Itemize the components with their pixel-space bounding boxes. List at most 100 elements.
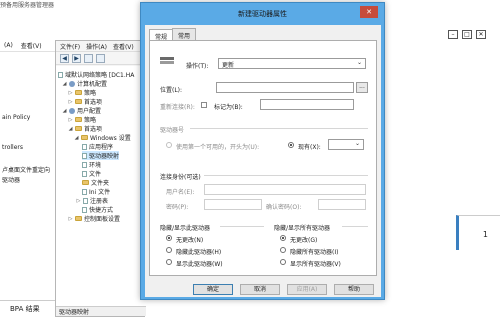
dialog-titlebar: 新建驱动器属性 ✕ — [141, 3, 384, 23]
chevron-right-icon[interactable]: ▷ — [76, 198, 81, 204]
chevron-right-icon[interactable]: ▷ — [68, 99, 73, 105]
hide-drive-no-change-label: 无更改(N) — [176, 237, 204, 244]
close-icon[interactable]: ✕ — [476, 30, 486, 39]
tree-shortcuts[interactable]: 快捷方式 — [82, 205, 113, 214]
tree-computer-preferences[interactable]: ▷ 首选项 — [68, 97, 102, 107]
general-tab-panel: 操作(T): 更新 ⌄ 位置(L): ... 重新连接(R): 标记为(B): … — [149, 40, 377, 276]
tree-windows-settings[interactable]: ◢ Windows 设置 — [74, 133, 131, 143]
hide-all-drives-radio[interactable] — [280, 247, 286, 253]
hide-all-section: 隐藏/显示所有驱动器 — [274, 225, 331, 232]
password-input[interactable] — [204, 199, 262, 210]
tree-environment[interactable]: 环境 — [82, 160, 101, 169]
gpme-statusbar: 驱动器映射 — [56, 306, 146, 316]
hide-drive-section: 隐藏/显示此驱动器 — [160, 225, 211, 232]
tree-files[interactable]: 文件 — [82, 169, 101, 178]
confirm-password-input[interactable] — [318, 199, 366, 210]
file-icon — [82, 170, 87, 177]
menu-view[interactable]: 查看(V) — [21, 41, 42, 50]
chevron-right-icon[interactable]: ▷ — [68, 90, 73, 96]
confirm-password-label: 确认密码(O): — [266, 204, 302, 211]
menu-action[interactable]: 操作(A) — [86, 42, 107, 51]
first-available-radio[interactable] — [166, 142, 172, 148]
apply-button[interactable]: 应用(A) — [287, 284, 327, 295]
existing-radio[interactable] — [288, 142, 294, 148]
drive-letter-divider — [190, 128, 368, 129]
dialog-close-button[interactable]: ✕ — [360, 6, 378, 18]
folder-icon — [81, 135, 88, 140]
reconnect-checkbox[interactable] — [201, 102, 207, 108]
tree-control-panel[interactable]: ▷ 控制面板设置 — [68, 214, 120, 224]
shortcut-icon — [82, 206, 87, 213]
tree-root[interactable]: 域默认网络策略 [DC1.HA — [58, 70, 134, 79]
tree-folders[interactable]: 文件夹 — [82, 178, 109, 187]
folder-icon — [75, 99, 82, 104]
tree-computer-policies[interactable]: ▷ 策略 — [68, 88, 96, 98]
help-button[interactable]: 帮助 — [334, 284, 374, 295]
tree-drive-maps[interactable]: 驱动器映射 — [82, 151, 120, 160]
properties-icon[interactable] — [96, 53, 105, 63]
bpa-results-text: BPA 结果 — [10, 305, 40, 313]
app-title: 预备用服务器管理器 — [0, 2, 55, 9]
summary-count: 1 — [482, 230, 488, 239]
bg-text-folder-redirect: 卢桌面文件重定向 — [2, 167, 51, 174]
tree-computer-config[interactable]: ◢ 计算机配置 — [62, 79, 107, 88]
browse-button[interactable]: ... — [356, 82, 368, 93]
menu-view[interactable]: 查看(V) — [113, 42, 134, 51]
ini-file-icon — [82, 188, 87, 195]
dialog-body: 常规 常用 操作(T): 更新 ⌄ 位置(L): ... 重新连接(R): 标记… — [145, 25, 381, 297]
status-text: 驱动器映射 — [59, 309, 90, 316]
chevron-down-icon[interactable]: ◢ — [68, 126, 73, 132]
chevron-right-icon[interactable]: ▷ — [68, 216, 73, 222]
label-as-input[interactable] — [260, 99, 354, 110]
show-this-drive-radio[interactable] — [166, 259, 172, 265]
tree-user-preferences[interactable]: ◢ 首选项 — [68, 124, 102, 134]
drive-letter-select[interactable]: ⌄ — [328, 139, 364, 150]
tree-user-config[interactable]: ◢ 用户配置 — [62, 106, 101, 115]
registry-icon — [83, 197, 88, 204]
tree-registry[interactable]: ▷ 注册表 — [76, 196, 108, 205]
reconnect-label: 重新连接(R): — [160, 104, 195, 111]
menu-action[interactable]: (A) — [4, 42, 13, 49]
label-as-label: 标记为(B): — [214, 104, 243, 111]
network-drive-icon — [160, 57, 174, 65]
background-right-strip — [380, 288, 500, 317]
hide-drive-no-change-radio[interactable] — [166, 235, 172, 241]
hide-drive-divider — [220, 226, 264, 227]
show-all-drives-radio[interactable] — [280, 259, 286, 265]
hide-this-drive-radio[interactable] — [166, 247, 172, 253]
folder-icon[interactable] — [84, 53, 93, 63]
minimize-icon[interactable]: – — [448, 30, 458, 39]
computer-config-icon — [69, 80, 75, 87]
show-this-drive-label: 显示此驱动器(W) — [176, 261, 223, 268]
folder-icon — [75, 126, 82, 131]
bg-text-policy: ain Policy — [2, 114, 31, 121]
folder-icon — [82, 180, 89, 185]
folder-icon — [75, 216, 82, 221]
drive-letter-section: 驱动器号 — [160, 127, 185, 134]
maximize-icon[interactable]: □ — [462, 30, 472, 39]
tree-applications[interactable]: 应用程序 — [82, 142, 113, 151]
chevron-down-icon: ⌄ — [354, 140, 360, 147]
chevron-down-icon[interactable]: ◢ — [62, 81, 67, 87]
window-controls: – □ ✕ — [448, 30, 486, 39]
username-label: 用户名(E): — [166, 189, 195, 196]
show-all-drives-label: 显示所有驱动器(V) — [290, 261, 341, 268]
location-input[interactable] — [216, 82, 354, 93]
tree-user-policies[interactable]: ▷ 策略 — [68, 115, 96, 125]
username-input[interactable] — [204, 184, 366, 195]
cancel-button[interactable]: 取消 — [240, 284, 280, 295]
back-arrow-icon[interactable]: ◀ — [60, 53, 69, 63]
menu-file[interactable]: 文件(F) — [60, 42, 80, 51]
ok-button[interactable]: 确定 — [193, 284, 233, 295]
action-select[interactable]: 更新 ⌄ — [218, 58, 366, 69]
connect-as-divider — [204, 175, 368, 176]
hide-all-no-change-radio[interactable] — [280, 235, 286, 241]
forward-arrow-icon[interactable]: ▶ — [72, 53, 81, 63]
chevron-down-icon[interactable]: ◢ — [62, 108, 67, 114]
gpme-menubar: 文件(F) 操作(A) 查看(V) — [56, 41, 144, 52]
tree-ini-files[interactable]: Ini 文件 — [82, 187, 110, 196]
policy-tree: 域默认网络策略 [DC1.HA ◢ 计算机配置 ▷ 策略 ▷ 首选项 ◢ 用户配置 ▷ 策… — [56, 66, 146, 306]
chevron-right-icon[interactable]: ▷ — [68, 117, 73, 123]
chevron-down-icon[interactable]: ◢ — [74, 135, 79, 141]
application-icon — [82, 143, 87, 150]
